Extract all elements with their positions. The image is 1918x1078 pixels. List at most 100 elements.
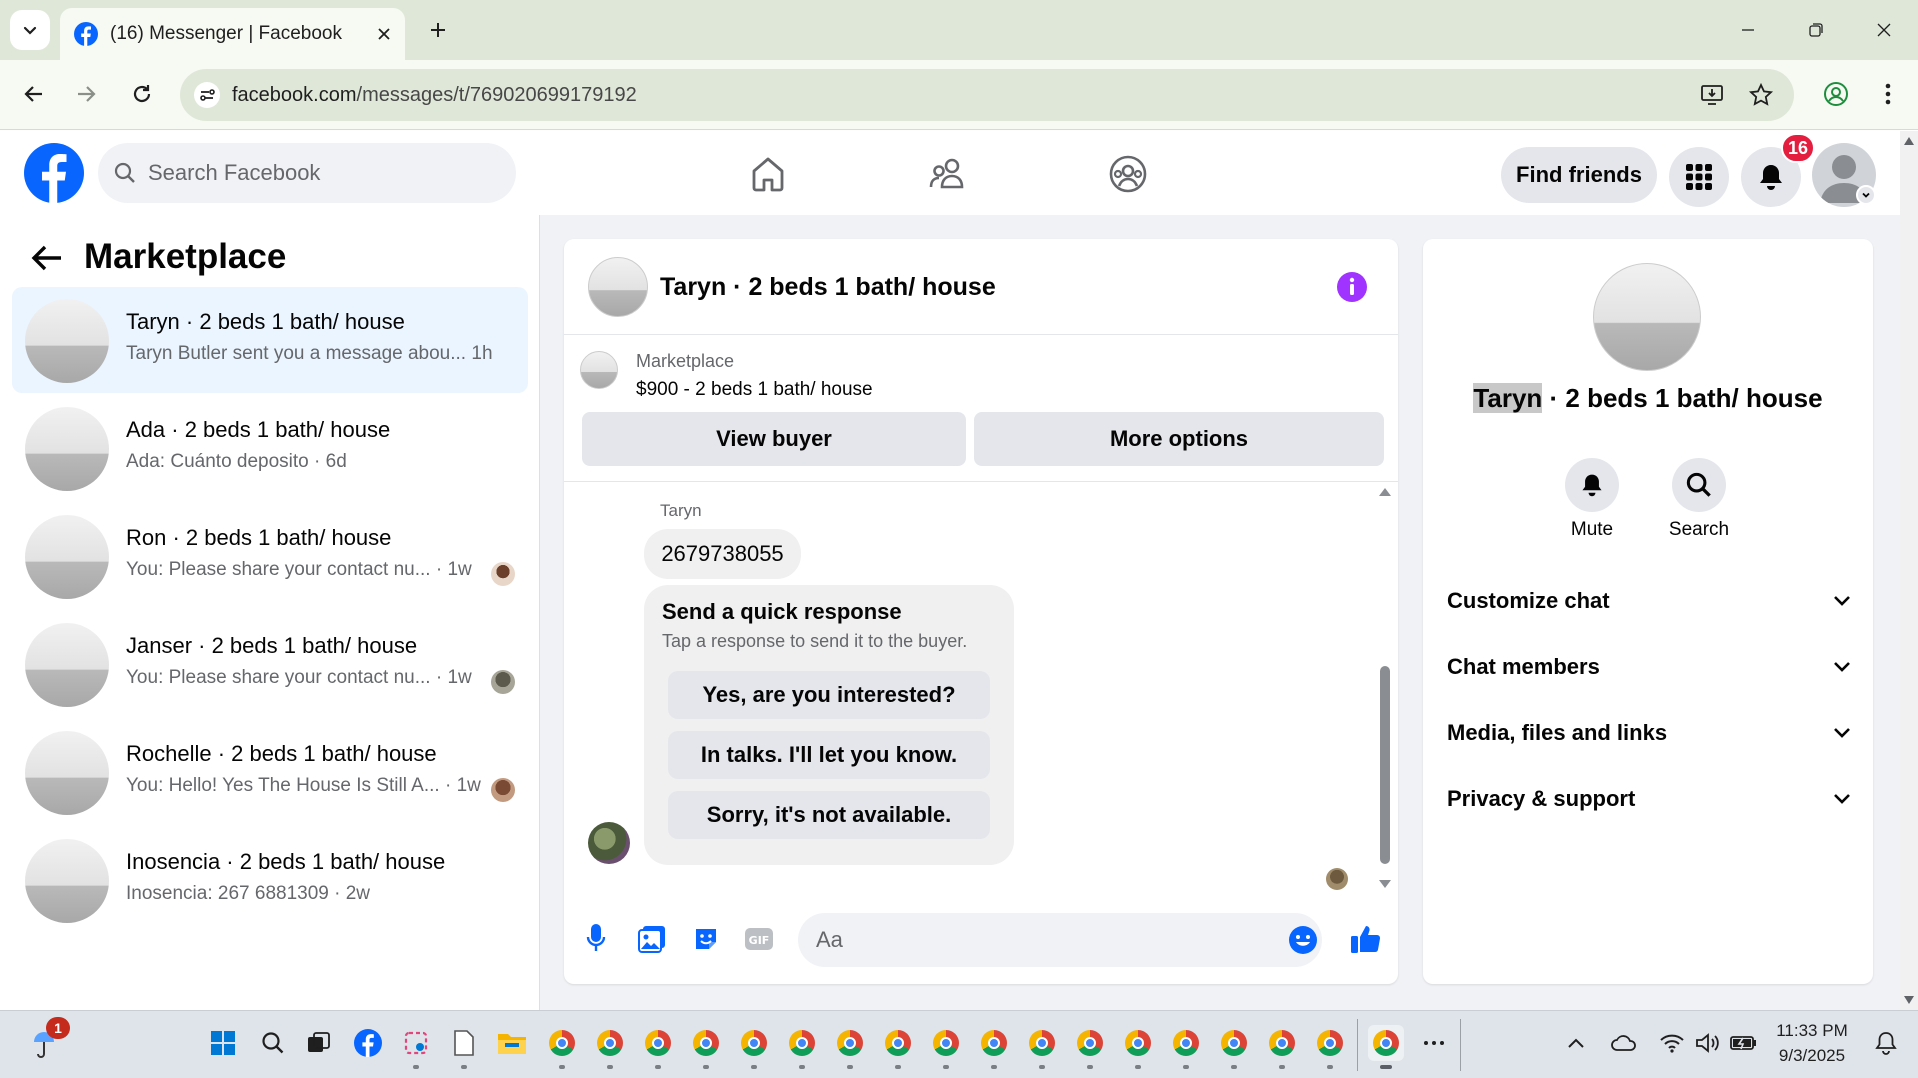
home-nav-button[interactable] bbox=[743, 149, 793, 199]
facebook-logo-icon[interactable] bbox=[24, 143, 84, 203]
install-app-icon[interactable] bbox=[1700, 82, 1726, 108]
facebook-taskbar-icon[interactable] bbox=[350, 1025, 386, 1061]
photo-icon[interactable] bbox=[638, 925, 666, 953]
chrome-taskbar-icon[interactable] bbox=[1024, 1025, 1060, 1069]
snipping-tool-icon[interactable] bbox=[398, 1025, 434, 1069]
close-tab-icon[interactable] bbox=[377, 27, 391, 41]
find-friends-button[interactable]: Find friends bbox=[1501, 147, 1657, 203]
view-buyer-button[interactable]: View buyer bbox=[582, 412, 966, 466]
clock-date[interactable]: 9/3/2025 bbox=[1770, 1046, 1854, 1066]
chrome-taskbar-icon[interactable] bbox=[928, 1025, 964, 1069]
chrome-menu-button[interactable] bbox=[1870, 76, 1906, 112]
notepad-icon[interactable] bbox=[446, 1025, 482, 1069]
chrome-taskbar-icon[interactable] bbox=[1072, 1025, 1108, 1069]
gif-icon[interactable]: GIF bbox=[744, 927, 774, 951]
chrome-taskbar-icon[interactable] bbox=[688, 1025, 724, 1069]
chrome-taskbar-icon[interactable] bbox=[640, 1025, 676, 1069]
chat-scrollbar-thumb[interactable] bbox=[1380, 666, 1390, 864]
address-bar[interactable]: facebook.com/messages/t/769020699179192 bbox=[180, 69, 1794, 121]
home-icon bbox=[752, 157, 784, 192]
conversation-item[interactable]: Ada · 2 beds 1 bath/ house Ada: Cuánto d… bbox=[12, 395, 528, 501]
chat-title[interactable]: Taryn · 2 beds 1 bath/ house bbox=[660, 273, 996, 302]
reload-button[interactable] bbox=[124, 76, 160, 112]
volume-icon[interactable] bbox=[1690, 1025, 1726, 1061]
forward-button[interactable] bbox=[68, 76, 104, 112]
listing-thumbnail[interactable] bbox=[580, 351, 618, 389]
conversation-item[interactable]: Ron · 2 beds 1 bath/ house You: Please s… bbox=[12, 503, 528, 609]
chat-avatar[interactable] bbox=[588, 257, 648, 317]
search-conversation-button[interactable] bbox=[1672, 458, 1726, 512]
quick-response-button[interactable]: Sorry, it's not available. bbox=[668, 791, 990, 839]
emoji-icon[interactable] bbox=[1288, 925, 1318, 955]
bookmark-star-icon[interactable] bbox=[1748, 82, 1774, 108]
chrome-taskbar-icon[interactable] bbox=[832, 1025, 868, 1069]
chrome-taskbar-icon[interactable] bbox=[592, 1025, 628, 1069]
browser-tab[interactable]: (16) Messenger | Facebook bbox=[60, 8, 405, 60]
sender-avatar[interactable] bbox=[588, 822, 630, 864]
conversation-info-button[interactable] bbox=[1336, 271, 1368, 303]
menu-button[interactable] bbox=[1669, 147, 1729, 207]
scroll-down-arrow-icon[interactable] bbox=[1378, 879, 1392, 889]
conversation-item[interactable]: Janser · 2 beds 1 bath/ house You: Pleas… bbox=[12, 611, 528, 717]
site-info-icon[interactable] bbox=[194, 82, 220, 108]
preview-text: You: Please share your contact nu... bbox=[126, 559, 431, 580]
message-bubble[interactable]: 2679738055 bbox=[644, 529, 801, 579]
page-scrollbar[interactable] bbox=[1900, 131, 1918, 1010]
customize-chat-section[interactable]: Customize chat bbox=[1447, 581, 1851, 621]
listing-title[interactable]: $900 - 2 beds 1 bath/ house bbox=[636, 379, 873, 401]
chrome-taskbar-icon-active[interactable] bbox=[1368, 1025, 1404, 1069]
chrome-taskbar-icon[interactable] bbox=[544, 1025, 580, 1069]
privacy-support-section[interactable]: Privacy & support bbox=[1447, 779, 1851, 819]
groups-nav-button[interactable] bbox=[1103, 149, 1153, 199]
taskbar-search-button[interactable] bbox=[255, 1025, 291, 1061]
conversation-item[interactable]: Taryn · 2 beds 1 bath/ house Taryn Butle… bbox=[12, 287, 528, 393]
scroll-up-arrow-icon[interactable] bbox=[1378, 487, 1392, 497]
chrome-taskbar-icon[interactable] bbox=[1216, 1025, 1252, 1069]
sticker-icon[interactable] bbox=[692, 925, 720, 953]
battery-icon[interactable] bbox=[1726, 1025, 1762, 1061]
scroll-down-arrow-icon[interactable] bbox=[1904, 996, 1914, 1004]
minimize-button[interactable] bbox=[1728, 12, 1768, 48]
conversation-item[interactable]: Inosencia · 2 beds 1 bath/ house Inosenc… bbox=[12, 827, 528, 933]
friends-nav-button[interactable] bbox=[923, 149, 973, 199]
back-arrow-button[interactable] bbox=[30, 243, 64, 273]
file-explorer-icon[interactable] bbox=[494, 1025, 530, 1061]
restore-button[interactable] bbox=[1796, 12, 1836, 48]
chrome-taskbar-icon[interactable] bbox=[736, 1025, 772, 1069]
wifi-icon[interactable] bbox=[1654, 1025, 1690, 1061]
more-options-button[interactable]: More options bbox=[974, 412, 1384, 466]
microphone-icon[interactable] bbox=[586, 923, 606, 953]
close-window-button[interactable] bbox=[1864, 12, 1904, 48]
media-files-links-section[interactable]: Media, files and links bbox=[1447, 713, 1851, 753]
chrome-taskbar-icon[interactable] bbox=[1264, 1025, 1300, 1069]
task-view-button[interactable] bbox=[301, 1025, 337, 1061]
more-apps-button[interactable] bbox=[1416, 1025, 1452, 1061]
account-chevron-icon[interactable] bbox=[1856, 185, 1876, 205]
start-button[interactable] bbox=[205, 1025, 241, 1061]
notification-center-icon[interactable] bbox=[1868, 1025, 1904, 1061]
conversation-name: Ron · 2 beds 1 bath/ house bbox=[126, 525, 392, 550]
onedrive-icon[interactable] bbox=[1606, 1025, 1642, 1061]
chat-members-section[interactable]: Chat members bbox=[1447, 647, 1851, 687]
conversation-item[interactable]: Rochelle · 2 beds 1 bath/ house You: Hel… bbox=[12, 719, 528, 825]
message-input[interactable]: Aa bbox=[798, 913, 1322, 967]
chrome-taskbar-icon[interactable] bbox=[1120, 1025, 1156, 1069]
clock-time[interactable]: 11:33 PM bbox=[1770, 1021, 1854, 1041]
chrome-taskbar-icon[interactable] bbox=[784, 1025, 820, 1069]
chrome-taskbar-icon[interactable] bbox=[880, 1025, 916, 1069]
chrome-taskbar-icon[interactable] bbox=[1168, 1025, 1204, 1069]
quick-response-button[interactable]: Yes, are you interested? bbox=[668, 671, 990, 719]
show-hidden-icons-button[interactable] bbox=[1558, 1025, 1594, 1061]
profile-button[interactable] bbox=[1818, 76, 1854, 112]
details-avatar[interactable] bbox=[1593, 263, 1701, 371]
scroll-up-arrow-icon[interactable] bbox=[1904, 137, 1914, 145]
back-button[interactable] bbox=[16, 76, 52, 112]
chrome-taskbar-icon[interactable] bbox=[976, 1025, 1012, 1069]
tab-search-button[interactable] bbox=[10, 10, 50, 50]
facebook-search-input[interactable]: Search Facebook bbox=[98, 143, 516, 203]
new-tab-button[interactable] bbox=[422, 14, 454, 46]
chrome-taskbar-icon[interactable] bbox=[1312, 1025, 1348, 1069]
quick-response-button[interactable]: In talks. I'll let you know. bbox=[668, 731, 990, 779]
mute-button[interactable] bbox=[1565, 458, 1619, 512]
like-thumbs-up-icon[interactable] bbox=[1350, 923, 1382, 955]
